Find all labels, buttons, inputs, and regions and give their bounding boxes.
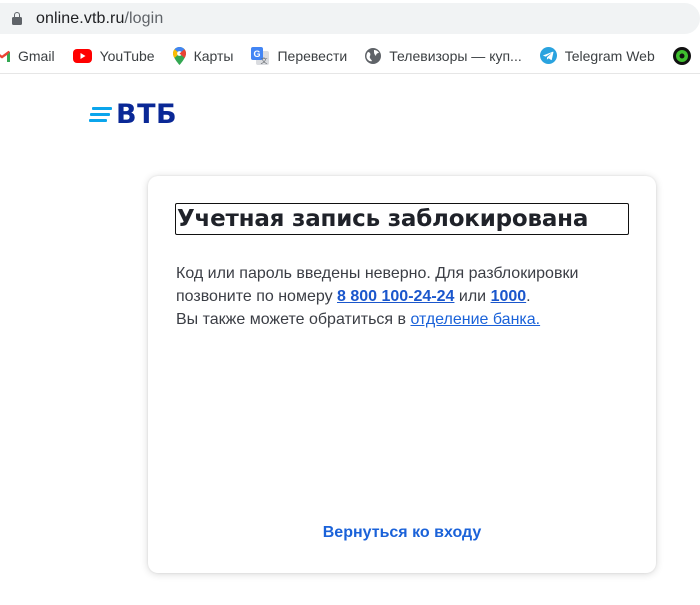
card-message: Код или пароль введены неверно. Для разб… bbox=[176, 265, 579, 328]
card-title: Учетная запись заблокирована bbox=[175, 203, 629, 235]
telegram-icon bbox=[539, 47, 557, 64]
extension-icon bbox=[672, 46, 691, 65]
blocked-account-card: Учетная запись заблокирована Код или пар… bbox=[148, 176, 656, 573]
maps-icon bbox=[172, 46, 186, 65]
bookmark-extra[interactable] bbox=[672, 46, 699, 65]
vtb-logo[interactable]: ВТБ bbox=[89, 99, 177, 130]
logo-stripes-icon bbox=[89, 106, 113, 123]
translate-icon: G 文 bbox=[251, 46, 270, 65]
back-to-login-link[interactable]: Вернуться ко входу bbox=[148, 524, 656, 542]
phone-link-short[interactable]: 1000 bbox=[491, 288, 527, 305]
bookmarks-bar: Gmail YouTube Карты G 文 Перевести Телеви… bbox=[0, 38, 700, 74]
logo-text: ВТБ bbox=[116, 99, 178, 130]
bookmark-translate[interactable]: G 文 Перевести bbox=[251, 46, 347, 65]
bookmark-telegram[interactable]: Telegram Web bbox=[539, 47, 655, 64]
globe-icon bbox=[365, 47, 382, 64]
bookmark-gmail[interactable]: Gmail bbox=[0, 48, 55, 64]
bookmark-youtube[interactable]: YouTube bbox=[72, 48, 155, 64]
gmail-icon bbox=[0, 50, 10, 62]
svg-text:G: G bbox=[254, 49, 261, 59]
omnibox[interactable]: online.vtb.ru/login bbox=[0, 3, 700, 34]
branch-link[interactable]: отделение банка. bbox=[410, 311, 540, 328]
bookmark-tv[interactable]: Телевизоры — куп... bbox=[365, 47, 522, 64]
lock-icon[interactable] bbox=[12, 12, 22, 25]
phone-link-main[interactable]: 8 800 100-24-24 bbox=[337, 288, 454, 305]
address-bar: online.vtb.ru/login bbox=[0, 0, 700, 38]
bookmark-maps[interactable]: Карты bbox=[172, 46, 233, 65]
svg-text:文: 文 bbox=[261, 56, 268, 65]
url-text[interactable]: online.vtb.ru/login bbox=[36, 10, 163, 28]
youtube-icon bbox=[72, 48, 92, 63]
